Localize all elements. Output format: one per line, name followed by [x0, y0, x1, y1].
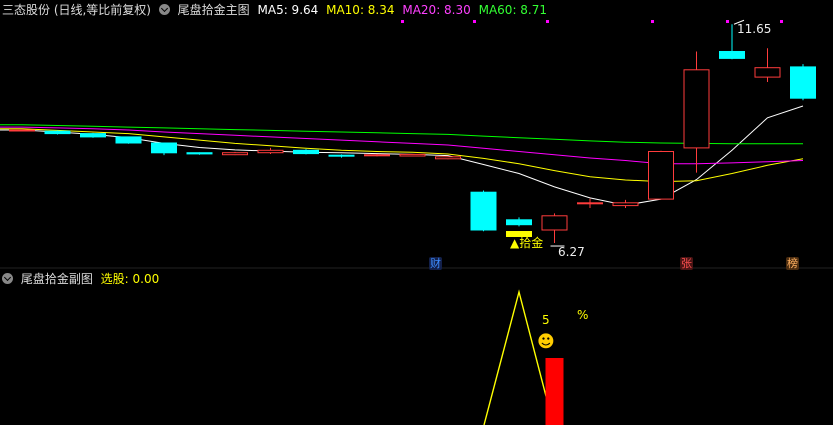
main-chart-header: 三态股份 (日线,等比前复权) 尾盘拾金主图 MA5: 9.64 MA10: 8… [2, 2, 551, 18]
low-price-label: 6.27 [558, 245, 585, 259]
candle-body [719, 51, 745, 59]
candle-body [648, 151, 674, 200]
top-marker [651, 20, 654, 23]
top-marker [780, 20, 783, 23]
candle-body [115, 136, 142, 144]
sub-percent-label: % [577, 308, 589, 322]
candle-body [790, 66, 816, 99]
sub-indicator-value: 选股: 0.00 [100, 272, 160, 286]
candle-body [506, 219, 532, 226]
top-marker [546, 20, 549, 23]
candle-body [612, 202, 639, 207]
high-price-label: 11.65 [737, 22, 772, 36]
candle-body [470, 191, 497, 231]
candle-body [257, 149, 284, 154]
ma5-readout: MA5: 9.64 [257, 3, 319, 17]
ma20-line [0, 126, 804, 165]
candle-body [80, 133, 106, 138]
ma20-readout: MA20: 8.30 [402, 3, 471, 17]
stock-title[interactable]: 三态股份 (日线,等比前复权) [2, 3, 151, 17]
candle-body [151, 142, 177, 154]
kline-chart[interactable] [0, 0, 833, 425]
candle-body [44, 130, 71, 135]
candle-body [222, 152, 248, 156]
sub-chart-header: 尾盘拾金副图 选股: 0.00 [2, 271, 163, 287]
candle-body [435, 156, 461, 160]
ma60-readout: MA60: 8.71 [478, 3, 548, 17]
top-marker [726, 20, 729, 23]
sub-indicator-name[interactable]: 尾盘拾金副图 [21, 272, 93, 286]
candle-body [754, 67, 781, 78]
candle-body [683, 69, 710, 149]
sub-signal-bar [545, 358, 564, 425]
smiley-icon: ☻ [537, 332, 555, 352]
top-marker [473, 20, 476, 23]
candle-body [328, 154, 355, 157]
ranking-badge[interactable]: 榜 [786, 257, 799, 270]
top-marker [401, 20, 404, 23]
signal-label: ▲拾金 [510, 236, 544, 250]
chevron-down-icon[interactable] [158, 4, 170, 15]
candle-body [541, 215, 568, 231]
ma10-readout: MA10: 8.34 [326, 3, 395, 17]
sub-signal-line [483, 289, 548, 425]
limit-up-badge[interactable]: 张 [680, 257, 693, 270]
candle-body [364, 154, 390, 157]
chevron-down-icon[interactable] [2, 273, 13, 284]
sub-number-label: 5 [542, 313, 550, 327]
finance-badge[interactable]: 财 [429, 257, 442, 270]
candle-body [9, 129, 35, 132]
main-indicator-name[interactable]: 尾盘拾金主图 [178, 3, 250, 17]
candle-body [577, 202, 603, 205]
candle-body [186, 152, 213, 155]
candle-body [399, 153, 426, 157]
candle-body [293, 149, 319, 155]
